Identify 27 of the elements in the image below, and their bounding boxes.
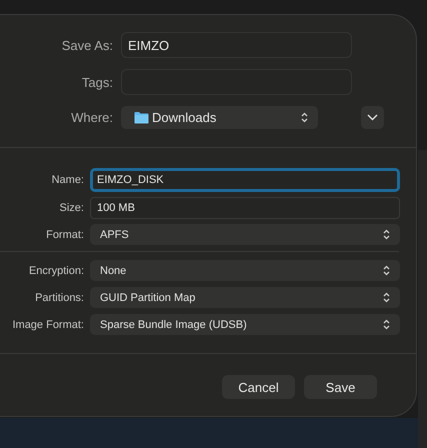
- up-down-arrows-icon: [301, 112, 308, 123]
- popup-button[interactable]: GUID Partition Map: [90, 287, 400, 308]
- popup-button[interactable]: Sparse Bundle Image (UDSB): [90, 314, 400, 335]
- popup-button[interactable]: None: [90, 260, 400, 281]
- popup-button[interactable]: APFS: [90, 224, 400, 245]
- field-label: Save As:: [60, 38, 113, 52]
- input-field[interactable]: EIMZO_DISK: [90, 168, 400, 192]
- field-label: Partitions:: [34, 292, 84, 304]
- field-label: Where:: [70, 110, 113, 125]
- location-popup[interactable]: Downloads: [121, 106, 318, 129]
- up-down-arrows-icon: [383, 265, 390, 276]
- chevron-down-icon: [367, 114, 378, 121]
- up-down-arrows-icon: [383, 229, 390, 240]
- up-down-arrows-icon: [383, 319, 390, 330]
- dialog-button[interactable]: Save: [304, 375, 377, 399]
- folder-icon: [134, 111, 149, 124]
- field-label: Size:: [58, 202, 84, 214]
- input-field[interactable]: 100 MB: [90, 197, 400, 219]
- field-label: Name:: [50, 174, 84, 186]
- field-label: Format:: [45, 228, 84, 240]
- save-as-field[interactable]: EIMZO: [121, 32, 352, 58]
- up-down-arrows-icon: [383, 292, 390, 303]
- field-label: Image Format:: [11, 318, 84, 330]
- expand-button[interactable]: [361, 106, 384, 129]
- field-label: Encryption:: [28, 264, 84, 276]
- field-label: Tags:: [80, 74, 113, 90]
- dialog-button[interactable]: Cancel: [222, 375, 295, 399]
